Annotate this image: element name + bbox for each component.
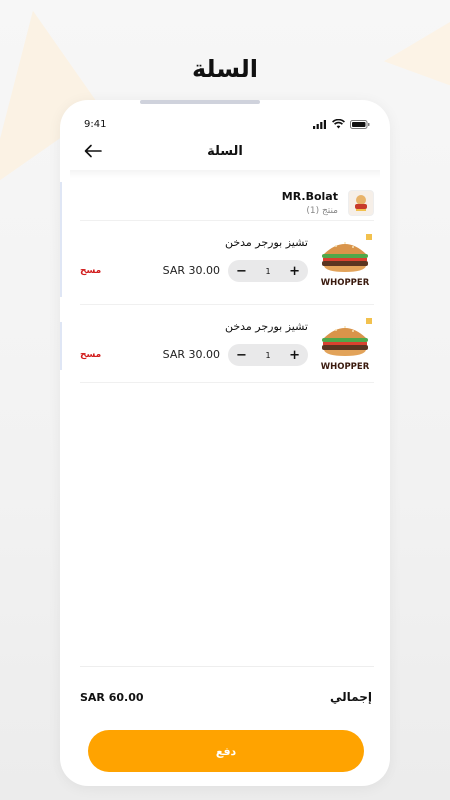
burger-image: WHOPPER [316,316,374,374]
signal-icon [313,119,326,129]
pay-button[interactable]: دفع [88,730,364,772]
product-name: تشيز بورجر مدخن [224,236,308,249]
increment-button[interactable]: + [289,265,300,278]
phone-frame: 9:41 السلة MR.Bolat (1) منتج WHOPPER تشي… [60,100,390,786]
product-image-label: WHOPPER [321,278,370,288]
quantity-stepper: − 1 + [228,344,308,366]
store-logo [348,190,374,216]
scroll-accent [60,322,62,370]
burger-image: WHOPPER [316,232,374,290]
store-info: MR.Bolat (1) منتج [282,190,338,216]
nav-shadow [70,170,380,178]
back-button[interactable] [82,140,104,162]
product-name: تشيز بورجر مدخن [224,320,308,333]
nav-bar: السلة [60,138,390,164]
product-image: WHOPPER [316,232,374,290]
phone-notch [140,100,260,104]
quantity-stepper: − 1 + [228,260,308,282]
quantity-value: 1 [265,350,271,360]
product-price: SAR 30.00 [162,348,220,361]
battery-icon [350,119,370,129]
product-price: SAR 30.00 [162,264,220,277]
wifi-icon [332,119,345,129]
store-item-count: (1) منتج [306,206,338,216]
status-icons [313,119,370,129]
store-name: MR.Bolat [281,190,338,203]
divider [80,220,374,221]
decrement-button[interactable]: − [236,349,247,362]
quantity-value: 1 [265,266,271,276]
cart-item: WHOPPER تشيز بورجر مدخن − 1 + SAR 30.00 … [80,232,374,302]
status-time: 9:41 [84,118,107,130]
delete-button[interactable]: مسح [80,266,101,276]
delete-button[interactable]: مسح [80,350,101,360]
divider [80,382,374,383]
product-image: WHOPPER [316,316,374,374]
status-bar: 9:41 [84,117,370,131]
cart-item: WHOPPER تشيز بورجر مدخن − 1 + SAR 30.00 … [80,316,374,386]
store-header: MR.Bolat (1) منتج [80,185,374,221]
increment-button[interactable]: + [289,349,300,362]
total-label: إجمالي [330,690,372,704]
store-logo-icon [355,195,367,211]
divider [80,304,374,305]
total-divider [80,666,374,667]
product-image-label: WHOPPER [321,362,370,372]
arrow-left-icon [84,144,102,158]
nav-title: السلة [207,143,243,159]
total-amount: SAR 60.00 [80,690,144,704]
scroll-accent [60,182,62,297]
page-heading: السلة [191,55,258,83]
decrement-button[interactable]: − [236,265,247,278]
total-row: SAR 60.00 إجمالي [80,688,372,706]
